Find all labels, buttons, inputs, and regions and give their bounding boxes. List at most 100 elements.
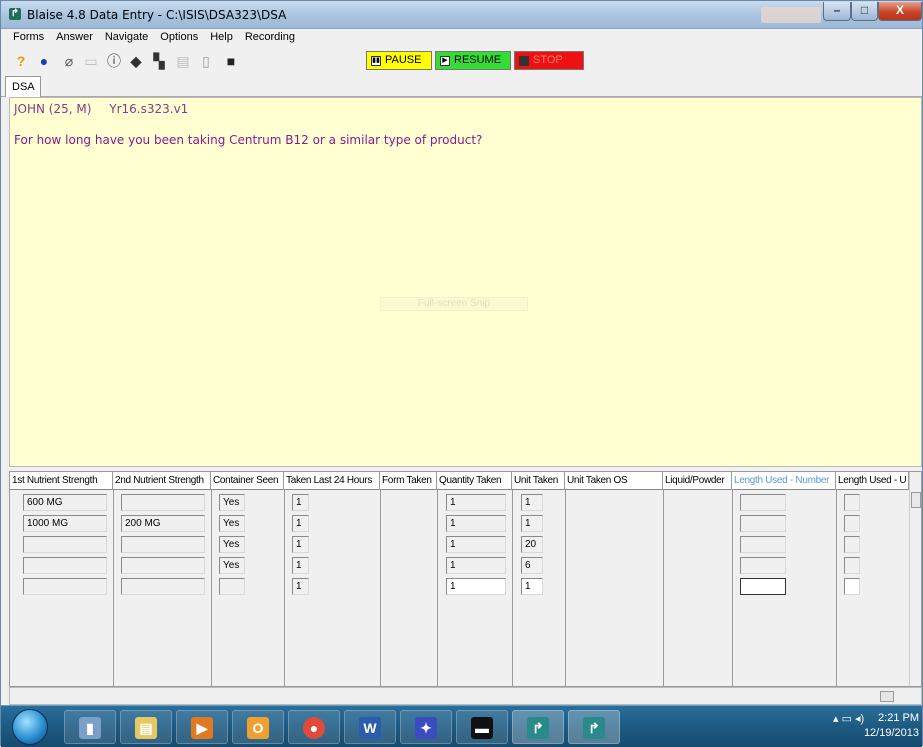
cell-taken-24h[interactable]: 1	[292, 557, 309, 574]
grid-vertical-scrollbar[interactable]	[909, 472, 921, 686]
binoculars-icon[interactable]: ▚	[151, 53, 167, 69]
col-divider	[512, 490, 513, 686]
cell-unit[interactable]: 1	[521, 494, 543, 511]
cell-taken-24h[interactable]: 1	[292, 578, 309, 595]
cell-length-unit[interactable]	[844, 536, 860, 553]
cell-nutrient2[interactable]: 200 MG	[121, 515, 205, 532]
cell-nutrient2[interactable]	[121, 578, 205, 595]
respondent-line: JOHN (25, M) Yr16.s323.v1	[14, 102, 202, 116]
cell-length-number[interactable]	[740, 494, 786, 511]
pause-button[interactable]: ▮▮ PAUSE	[366, 51, 432, 70]
cell-nutrient2[interactable]	[121, 494, 205, 511]
horizontal-scroll-thumb[interactable]	[880, 691, 894, 702]
menu-forms[interactable]: Forms	[7, 29, 50, 47]
console-icon[interactable]: ▬	[456, 710, 508, 744]
minimize-button[interactable]: –	[823, 2, 851, 21]
tab-dsa[interactable]: DSA	[5, 76, 41, 97]
cell-length-number[interactable]	[740, 536, 786, 553]
respondent-name: JOHN (25, M)	[14, 102, 92, 116]
cell-unit[interactable]: 1	[521, 515, 543, 532]
answer-grid: 1st Nutrient Strength 2nd Nutrient Stren…	[9, 471, 922, 687]
cell-container-seen[interactable]	[219, 578, 245, 595]
blaise-taskbar-icon[interactable]: ↱	[512, 710, 564, 744]
col-header-2nd-nutrient[interactable]: 2nd Nutrient Strength	[113, 472, 211, 490]
menu-help[interactable]: Help	[204, 29, 239, 47]
col-header-unit-taken[interactable]: Unit Taken	[512, 472, 565, 490]
blaise-taskbar-icon[interactable]: ↱	[568, 710, 620, 744]
new-page-icon[interactable]: ▯	[198, 53, 214, 69]
field-id: Yr16.s323.v1	[109, 102, 189, 116]
paperclip-icon[interactable]: ⌀	[61, 53, 77, 69]
cell-unit[interactable]: 20	[521, 536, 543, 553]
file-manager-icon[interactable]: ▤	[120, 710, 172, 744]
copy-icon[interactable]: ▤	[175, 53, 191, 69]
info-exclaim-icon[interactable]: ●	[36, 53, 52, 69]
blaise-app-icon: ↱	[9, 8, 21, 20]
media-player-icon[interactable]: ▶	[176, 710, 228, 744]
cell-nutrient1[interactable]	[23, 536, 107, 553]
play-icon: ▶	[440, 55, 450, 66]
cell-taken-24h[interactable]: 1	[292, 536, 309, 553]
cell-quantity[interactable]: 1	[446, 515, 506, 532]
cell-quantity[interactable]: 1	[446, 536, 506, 553]
col-header-quantity-taken[interactable]: Quantity Taken	[437, 472, 512, 490]
document-icon[interactable]: ▭	[83, 53, 99, 69]
cell-taken-24h[interactable]: 1	[292, 515, 309, 532]
title-bar[interactable]: ↱ Blaise 4.8 Data Entry - C:\ISIS\DSA323…	[1, 1, 922, 29]
cell-length-unit[interactable]	[844, 494, 860, 511]
cell-nutrient1[interactable]	[23, 557, 107, 574]
word-icon[interactable]: W	[344, 710, 396, 744]
cell-unit[interactable]: 6	[521, 557, 543, 574]
cell-length-number[interactable]	[740, 557, 786, 574]
col-divider	[211, 490, 212, 686]
cell-length-unit[interactable]	[844, 557, 860, 574]
cell-nutrient1[interactable]: 600 MG	[23, 494, 107, 511]
col-header-liquid-powder[interactable]: Liquid/Powder	[663, 472, 732, 490]
cell-unit[interactable]: 1	[521, 578, 543, 595]
cell-nutrient1[interactable]	[23, 578, 107, 595]
col-header-1st-nutrient[interactable]: 1st Nutrient Strength	[10, 472, 113, 490]
chrome-icon[interactable]: ●	[288, 710, 340, 744]
col-header-length-unit[interactable]: Length Used - U	[836, 472, 909, 490]
clock[interactable]: 2:21 PM 12/19/2013	[857, 711, 919, 741]
cell-container-seen[interactable]: Yes	[219, 515, 245, 532]
cell-quantity[interactable]: 1	[446, 557, 506, 574]
cell-length-unit[interactable]	[844, 578, 860, 595]
menu-answer[interactable]: Answer	[50, 29, 99, 47]
cell-quantity[interactable]: 1	[446, 578, 506, 595]
col-header-container-seen[interactable]: Container Seen	[211, 472, 284, 490]
active-length-number-input[interactable]	[740, 578, 786, 595]
save-icon[interactable]: ■	[223, 53, 239, 69]
menu-recording[interactable]: Recording	[239, 29, 301, 47]
explorer-window-icon[interactable]: ▮	[64, 710, 116, 744]
paint-icon[interactable]: ✦	[400, 710, 452, 744]
outlook-icon[interactable]: O	[232, 710, 284, 744]
cell-quantity[interactable]: 1	[446, 494, 506, 511]
col-divider	[565, 490, 566, 686]
info-icon[interactable]: ⓘ	[106, 53, 122, 69]
col-header-length-number[interactable]: Length Used - Number	[732, 472, 836, 490]
menu-navigate[interactable]: Navigate	[99, 29, 154, 47]
tag-icon[interactable]: ◆	[128, 53, 144, 69]
cell-nutrient2[interactable]	[121, 536, 205, 553]
help-icon[interactable]: ?	[13, 53, 29, 69]
cell-container-seen[interactable]: Yes	[219, 557, 245, 574]
cell-taken-24h[interactable]: 1	[292, 494, 309, 511]
cell-length-number[interactable]	[740, 515, 786, 532]
menu-options[interactable]: Options	[154, 29, 204, 47]
scroll-thumb[interactable]	[911, 492, 921, 508]
col-header-form-taken[interactable]: Form Taken	[380, 472, 437, 490]
col-header-unit-taken-os[interactable]: Unit Taken OS	[565, 472, 663, 490]
cell-nutrient1[interactable]: 1000 MG	[23, 515, 107, 532]
cell-nutrient2[interactable]	[121, 557, 205, 574]
stop-button[interactable]: STOP	[514, 51, 584, 70]
start-button-icon[interactable]	[12, 709, 48, 745]
cell-length-unit[interactable]	[844, 515, 860, 532]
resume-button[interactable]: ▶ RESUME	[435, 51, 511, 70]
cell-container-seen[interactable]: Yes	[219, 536, 245, 553]
grid-horizontal-scrollbar[interactable]	[9, 687, 922, 705]
cell-container-seen[interactable]: Yes	[219, 494, 245, 511]
col-header-taken-24h[interactable]: Taken Last 24 Hours	[284, 472, 380, 490]
maximize-button[interactable]: □	[851, 2, 878, 21]
close-button[interactable]: X	[878, 2, 922, 21]
